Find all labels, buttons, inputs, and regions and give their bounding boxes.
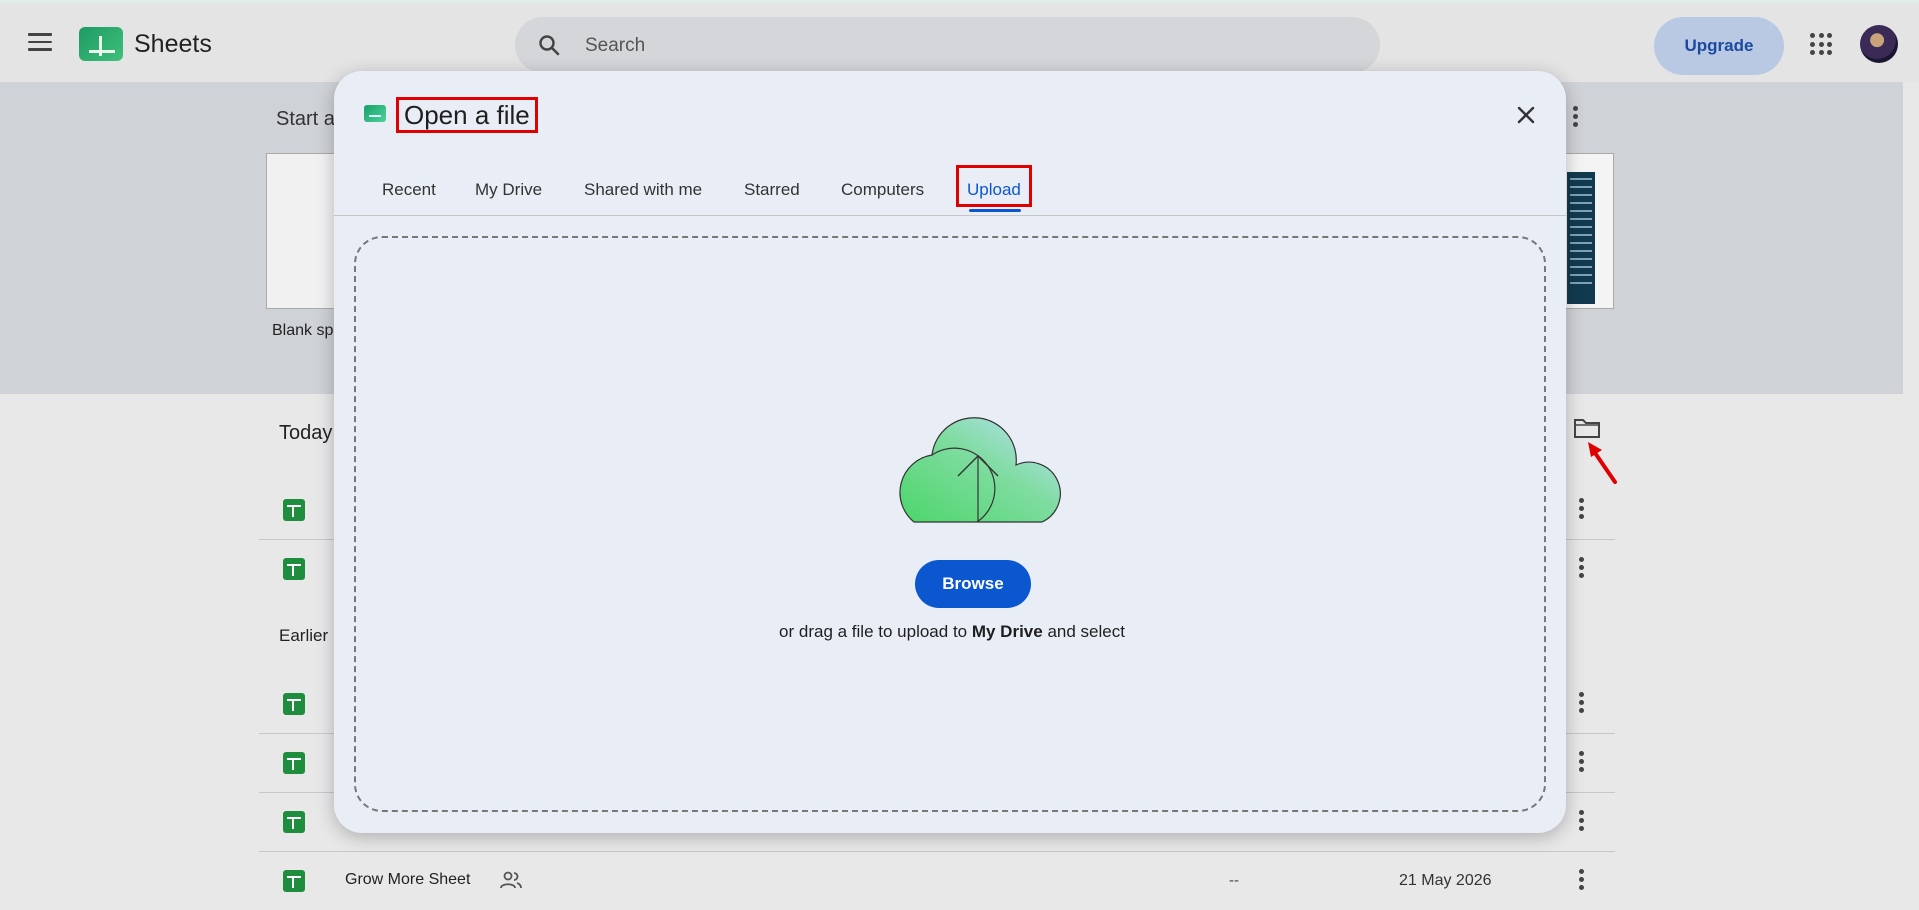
tab-divider (334, 215, 1566, 216)
search-input[interactable] (583, 32, 1287, 60)
tab-my-drive[interactable]: My Drive (475, 165, 542, 215)
sheets-logo-icon (364, 105, 386, 122)
sheets-file-icon (283, 811, 305, 833)
sheets-logo-icon[interactable] (79, 27, 123, 61)
tab-computers[interactable]: Computers (841, 165, 924, 215)
sheets-file-icon (283, 499, 305, 521)
sheets-file-icon (283, 558, 305, 580)
dialog-title-highlight: Open a file (396, 97, 538, 133)
open-file-dialog: Open a file Recent My Drive Shared with … (334, 71, 1566, 833)
search-bar[interactable] (515, 17, 1380, 73)
tab-upload-highlight (956, 165, 1032, 207)
app-name: Sheets (134, 30, 212, 58)
browse-button[interactable]: Browse (915, 560, 1031, 608)
apps-grid-icon[interactable] (1810, 33, 1832, 55)
close-icon[interactable] (1514, 103, 1538, 127)
drag-text-suffix: and select (1042, 622, 1125, 641)
drag-instructions: or drag a file to upload to My Drive and… (356, 622, 1548, 642)
drag-text-destination: My Drive (971, 622, 1043, 641)
section-earlier-label: Earlier (279, 626, 329, 645)
tab-shared-with-me[interactable]: Shared with me (584, 165, 702, 215)
search-icon[interactable] (537, 33, 561, 57)
file-date: 21 May 2026 (1399, 872, 1492, 889)
arrow-annotation-icon (1588, 442, 1617, 484)
sheets-file-icon (283, 693, 305, 715)
file-row[interactable]: Grow More Sheet -- 21 May 2026 (259, 852, 1615, 910)
blank-spreadsheet-card[interactable] (266, 153, 339, 309)
tab-starred[interactable]: Starred (744, 165, 800, 215)
avatar[interactable] (1860, 25, 1898, 63)
template-card-calendar[interactable] (1563, 153, 1614, 309)
dialog-title: Open a file (404, 100, 530, 130)
calendar-thumbnail (1567, 172, 1595, 304)
menu-icon[interactable] (28, 33, 52, 51)
active-tab-indicator (969, 209, 1021, 212)
drag-text-prefix: or drag a file to upload to (779, 622, 972, 641)
sheets-file-icon (283, 752, 305, 774)
blank-spreadsheet-label: Blank sp (272, 322, 334, 339)
more-vert-icon[interactable] (1579, 869, 1585, 893)
more-vert-icon[interactable] (1579, 692, 1585, 716)
sheets-file-icon (283, 870, 305, 892)
more-vert-icon[interactable] (1579, 810, 1585, 834)
cloud-upload-icon (899, 417, 1061, 523)
more-vert-icon[interactable] (1579, 498, 1585, 522)
upload-dropzone[interactable]: Browse or drag a file to upload to My Dr… (354, 236, 1546, 812)
section-today-label: Today (279, 422, 333, 444)
file-name: Grow More Sheet (345, 871, 471, 888)
file-owner: -- (1229, 872, 1239, 889)
top-app-bar: Sheets Upgrade (0, 0, 1919, 82)
more-vert-icon[interactable] (1579, 751, 1585, 775)
tab-recent[interactable]: Recent (382, 165, 436, 215)
shared-people-icon (500, 871, 522, 889)
more-vert-icon[interactable] (1573, 106, 1579, 132)
more-vert-icon[interactable] (1579, 557, 1585, 581)
folder-icon[interactable] (1573, 416, 1601, 440)
upgrade-button[interactable]: Upgrade (1654, 17, 1784, 75)
gallery-title: Start a (276, 108, 335, 130)
